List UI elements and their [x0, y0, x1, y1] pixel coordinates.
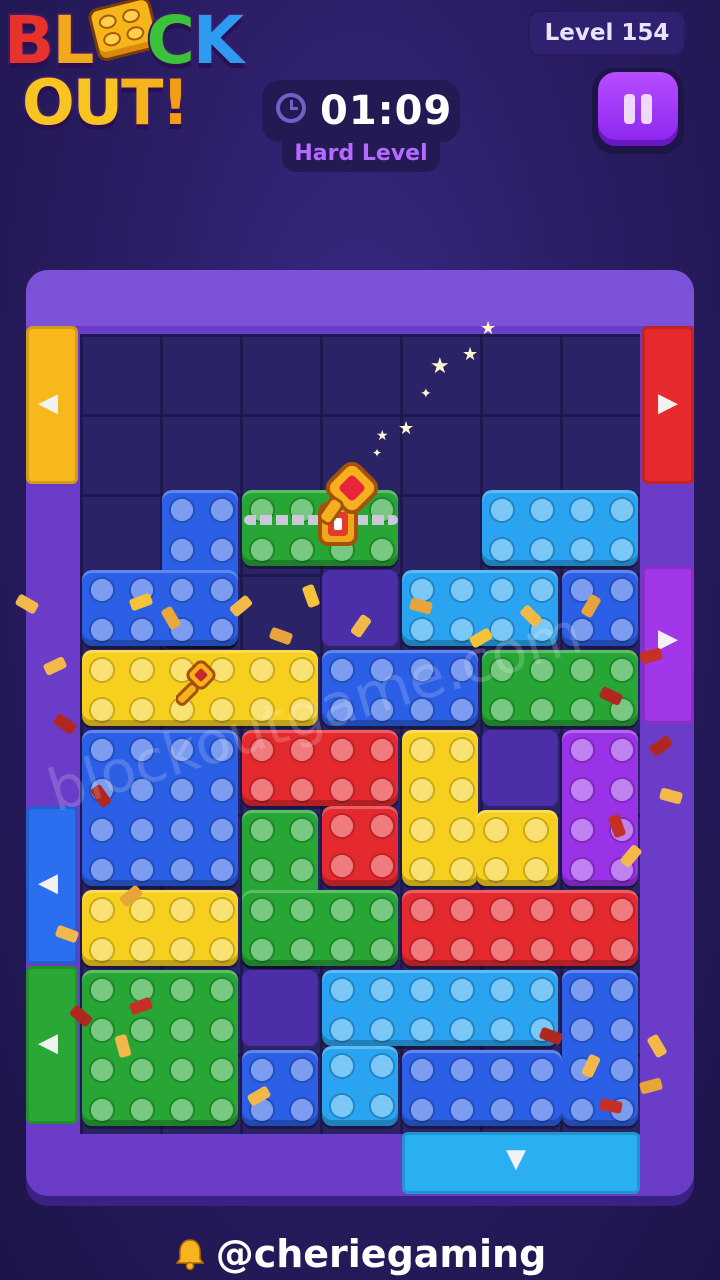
difficulty-label: Hard Level — [282, 138, 440, 172]
block-red[interactable] — [322, 806, 398, 886]
footer: @cheriegaming — [0, 1228, 720, 1280]
logo-letter: C — [144, 2, 196, 79]
board-frame-top — [26, 270, 694, 326]
gate-arrow-right-icon: ▶ — [658, 624, 678, 654]
pause-icon — [598, 72, 678, 146]
key-icon — [318, 461, 379, 546]
logo-letter: U — [71, 66, 125, 139]
sparkle-icon: ★ — [376, 428, 389, 444]
exit-gate-purple: ▶ — [642, 566, 694, 724]
sparkle-icon: ★ — [398, 418, 415, 439]
sparkle-icon: ★ — [430, 354, 450, 379]
sparkle-icon: ★ — [462, 344, 479, 365]
channel-handle: @cheriegaming — [215, 1232, 547, 1276]
block-light-blue[interactable] — [482, 490, 638, 566]
empty-cell — [242, 970, 318, 1046]
pause-button[interactable] — [592, 68, 684, 154]
sparkle-icon: ★ — [480, 318, 497, 339]
block-blue[interactable] — [402, 1050, 562, 1126]
bell-icon — [175, 1239, 205, 1271]
timer-value: 01:09 — [320, 88, 453, 134]
exit-gate-yellow: ◀ — [26, 326, 78, 484]
sparkle-icon: ✦ — [372, 446, 383, 460]
logo-letter: O — [20, 66, 77, 139]
block-light-blue[interactable] — [322, 1046, 398, 1126]
gate-arrow-left-icon: ◀ — [38, 868, 58, 898]
clock-icon — [276, 93, 306, 123]
small-key-icon — [176, 660, 216, 706]
logo-letter: L — [50, 2, 96, 79]
timer-panel: 01:09 — [262, 80, 460, 142]
block-green[interactable] — [242, 890, 398, 966]
game-logo: BLOCK OUT! — [0, 0, 270, 150]
gate-arrow-left-icon: ◀ — [38, 1028, 58, 1058]
block-blue[interactable] — [82, 570, 238, 646]
block-yellow[interactable] — [402, 730, 478, 886]
empty-cell — [482, 730, 558, 806]
block-yellow[interactable] — [82, 890, 238, 966]
logo-line-2: OUT! — [20, 66, 192, 139]
logo-letter: ! — [159, 66, 191, 139]
gate-arrow-left-icon: ◀ — [38, 388, 58, 418]
exit-gate-light-blue: ▼ — [402, 1132, 640, 1194]
logo-letter: T — [119, 66, 165, 139]
exit-gate-green: ◀ — [26, 966, 78, 1124]
block-blue[interactable] — [242, 1050, 318, 1126]
level-indicator: Level 154 — [528, 10, 686, 56]
gate-arrow-down-icon: ▼ — [506, 1144, 526, 1174]
logo-letter: K — [191, 2, 246, 79]
logo-line-1: BLOCK — [2, 2, 246, 79]
exit-gate-red: ▶ — [642, 326, 694, 484]
block-light-blue[interactable] — [322, 970, 558, 1046]
block-yellow[interactable] — [476, 810, 558, 886]
block-red[interactable] — [402, 890, 638, 966]
block-green[interactable] — [82, 970, 238, 1126]
logo-letter: B — [2, 2, 56, 79]
gate-arrow-right-icon: ▶ — [658, 388, 678, 418]
sparkle-icon: ✦ — [420, 386, 432, 402]
